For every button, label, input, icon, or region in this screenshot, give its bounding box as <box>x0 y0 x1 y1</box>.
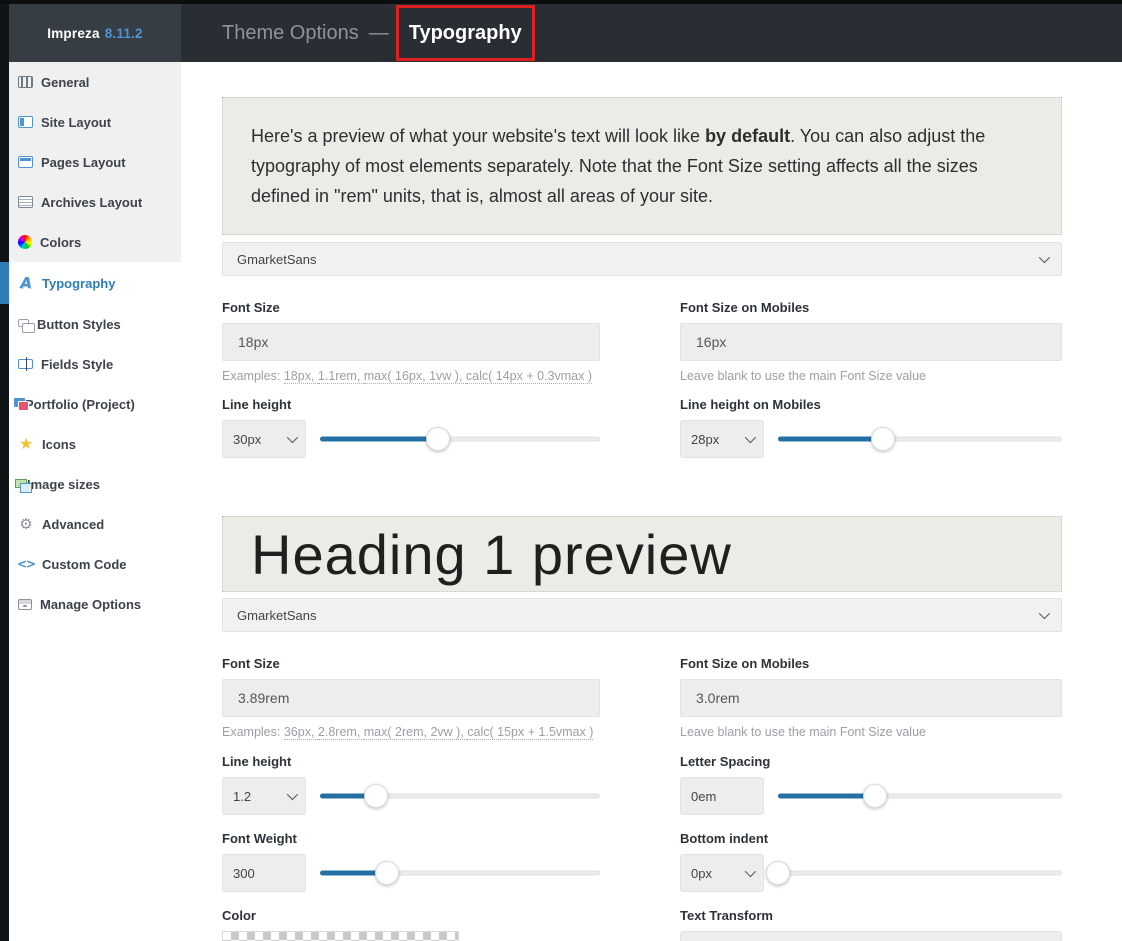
archives-layout-icon <box>18 196 33 208</box>
page-title: Typography <box>395 4 535 61</box>
sidebar-item-colors[interactable]: Colors <box>9 222 181 262</box>
h1-font-size-mobile-input[interactable] <box>680 679 1062 717</box>
sidebar-item-fields-style[interactable]: Fields Style <box>9 344 181 384</box>
sidebar-item-button-styles[interactable]: Button Styles <box>9 304 181 344</box>
sidebar-item-advanced[interactable]: ⚙ Advanced <box>9 504 181 544</box>
chevron-down-icon <box>744 865 757 878</box>
line-height-mobile-slider[interactable] <box>778 420 1062 458</box>
h1-font-size-examples: Examples: 36px2.8remmax( 2rem, 2vw )calc… <box>222 725 600 740</box>
body-font-family-select[interactable]: GmarketSans <box>222 242 1062 276</box>
breadcrumb-separator: — <box>368 21 389 44</box>
fields-style-icon <box>18 357 33 371</box>
collapsed-admin-menu <box>0 4 9 941</box>
h1-letter-spacing-slider[interactable] <box>778 777 1062 815</box>
sidebar-item-custom-code[interactable]: <> Custom Code <box>9 544 181 584</box>
slider-thumb[interactable] <box>862 784 887 808</box>
h1-bottom-indent-select[interactable]: 0px <box>680 854 764 892</box>
h1-line-height-label: Line height <box>222 754 292 769</box>
h1-color-label: Color <box>222 908 256 923</box>
h1-letter-spacing-input[interactable]: 0em <box>680 777 764 815</box>
sidebar-item-portfolio[interactable]: Portfolio (Project) <box>9 384 181 424</box>
code-icon: <> <box>16 557 36 571</box>
sidebar-item-archives-layout[interactable]: Archives Layout <box>9 182 181 222</box>
options-sidebar: General Site Layout Pages Layout Archive… <box>9 62 181 941</box>
font-size-mobile-label: Font Size on Mobiles <box>680 300 810 315</box>
line-height-mobile-select[interactable]: 28px <box>680 420 764 458</box>
body-text-preview: Here's a preview of what your website's … <box>222 97 1062 235</box>
sidebar-item-site-layout[interactable]: Site Layout <box>9 102 181 142</box>
line-height-mobile-label: Line height on Mobiles <box>680 397 821 412</box>
brand-version: 8.11.2 <box>104 25 143 41</box>
font-size-mobile-input[interactable] <box>680 323 1062 361</box>
font-size-examples: Examples: 18px1.1remmax( 16px, 1vw )calc… <box>222 369 600 384</box>
sidebar-item-icons[interactable]: ★ Icons <box>9 424 181 464</box>
slider-thumb[interactable] <box>425 427 450 451</box>
h1-font-weight-slider[interactable] <box>320 854 600 892</box>
slider-thumb[interactable] <box>871 427 896 451</box>
sidebar-item-image-sizes[interactable]: Image sizes <box>9 464 181 504</box>
slider-thumb[interactable] <box>766 861 790 885</box>
sidebar-item-pages-layout[interactable]: Pages Layout <box>9 142 181 182</box>
font-size-mobile-helper: Leave blank to use the main Font Size va… <box>680 369 926 383</box>
font-size-label: Font Size <box>222 300 280 315</box>
h1-font-weight-input[interactable]: 300 <box>222 854 306 892</box>
h1-font-size-input[interactable] <box>222 679 600 717</box>
h1-font-family-select[interactable]: GmarketSans <box>222 598 1062 632</box>
gear-icon: ⚙ <box>19 514 33 533</box>
slider-thumb[interactable] <box>375 861 400 885</box>
chevron-down-icon <box>1038 251 1051 264</box>
site-layout-icon <box>18 116 33 128</box>
h1-line-height-select[interactable]: 1.2 <box>222 777 306 815</box>
sidebar-item-typography[interactable]: A Typography <box>9 262 181 304</box>
slider-thumb[interactable] <box>364 784 388 808</box>
general-icon <box>18 76 33 88</box>
chevron-down-icon <box>1038 607 1051 620</box>
portfolio-icon <box>14 398 29 411</box>
h1-font-size-label: Font Size <box>222 656 280 671</box>
page-header: Theme Options — Typography <box>181 4 1122 62</box>
breadcrumb: Theme Options <box>222 21 359 44</box>
h1-bottom-indent-slider[interactable] <box>766 854 1062 892</box>
line-height-label: Line height <box>222 397 292 412</box>
heading1-preview: Heading 1 preview <box>222 516 1062 592</box>
sidebar-item-manage-options[interactable]: Manage Options <box>9 584 181 624</box>
theme-brand: Impreza 8.11.2 <box>9 4 181 62</box>
line-height-select[interactable]: 30px <box>222 420 306 458</box>
active-menu-marker <box>0 262 9 304</box>
brand-name: Impreza <box>47 25 100 41</box>
h1-font-size-mobile-helper: Leave blank to use the main Font Size va… <box>680 725 926 739</box>
chevron-down-icon <box>744 431 757 444</box>
h1-letter-spacing-label: Letter Spacing <box>680 754 771 769</box>
h1-font-weight-label: Font Weight <box>222 831 297 846</box>
h1-text-transform-select[interactable] <box>680 931 1062 941</box>
chevron-down-icon <box>286 788 299 801</box>
h1-font-size-mobile-label: Font Size on Mobiles <box>680 656 810 671</box>
h1-line-height-slider[interactable] <box>320 777 600 815</box>
image-sizes-icon <box>15 478 32 493</box>
star-icon: ★ <box>18 434 34 453</box>
color-wheel-icon <box>18 235 32 249</box>
chevron-down-icon <box>286 431 299 444</box>
font-size-input[interactable] <box>222 323 600 361</box>
button-styles-icon <box>18 318 35 333</box>
manage-options-icon <box>18 598 32 610</box>
line-height-slider[interactable] <box>320 420 600 458</box>
pages-layout-icon <box>18 156 33 168</box>
typography-settings-panel: Here's a preview of what your website's … <box>181 62 1122 941</box>
h1-bottom-indent-label: Bottom indent <box>680 831 769 846</box>
typography-icon: A <box>20 273 32 292</box>
h1-text-transform-label: Text Transform <box>680 908 773 923</box>
sidebar-item-general[interactable]: General <box>9 62 181 102</box>
h1-color-picker[interactable] <box>222 931 459 941</box>
